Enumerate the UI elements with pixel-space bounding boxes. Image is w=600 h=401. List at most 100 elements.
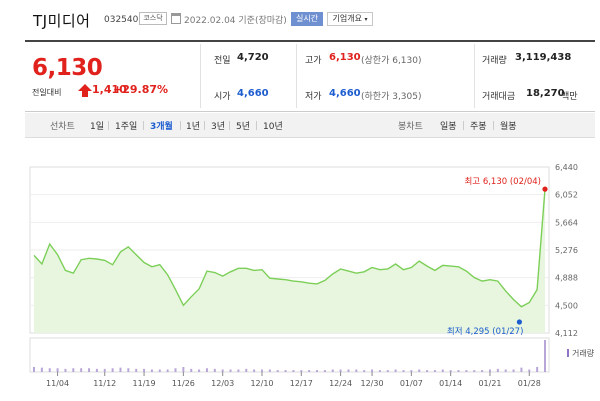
volume-bar xyxy=(426,370,429,372)
volume-bar xyxy=(88,368,91,372)
volume-bar xyxy=(355,369,358,372)
tab-1d[interactable]: 1일 xyxy=(90,119,104,132)
volume-bar xyxy=(237,369,240,372)
x-tick-label: 11/12 xyxy=(93,379,116,388)
trade-amount-value: 18,270 xyxy=(526,88,565,99)
volume-bar xyxy=(457,370,460,372)
base-date: 2022.02.04 기준(장마감) xyxy=(184,16,287,26)
x-tick-label: 11/19 xyxy=(133,379,156,388)
volume-legend-label: 거래량 xyxy=(572,348,595,358)
volume-bar xyxy=(394,369,397,372)
volume-bar xyxy=(347,369,350,372)
tab-separator xyxy=(229,121,230,130)
tab-separator xyxy=(256,121,257,130)
volume-bar xyxy=(166,369,169,372)
x-tick-label: 01/14 xyxy=(439,379,462,388)
volume-bar xyxy=(111,368,114,372)
max-point xyxy=(542,186,548,192)
x-tick-label: 01/21 xyxy=(478,379,501,388)
open-label: 시가 xyxy=(214,92,231,102)
tab-3y[interactable]: 3년 xyxy=(211,119,225,132)
open-value: 4,660 xyxy=(237,88,269,99)
volume-bar xyxy=(229,369,232,372)
calendar-icon xyxy=(171,13,181,24)
prev-close-value: 4,720 xyxy=(237,52,269,63)
price-chart: 6,440 6,052 5,664 5,276 4,888 4,500 4,112 최고 6,… xyxy=(29,163,595,388)
volume-bar xyxy=(135,368,138,372)
volume-bar xyxy=(213,368,216,372)
x-tick-label: 12/24 xyxy=(329,379,352,388)
tab-3m[interactable]: 3개월 xyxy=(150,119,173,132)
volume-legend-swatch xyxy=(567,349,569,357)
volume-bar xyxy=(103,368,106,372)
volume-bar xyxy=(371,369,374,372)
volume-bar xyxy=(520,367,523,372)
x-tick-label: 12/17 xyxy=(290,379,313,388)
volume-bar xyxy=(72,368,75,372)
x-tick-label: 12/03 xyxy=(211,379,234,388)
volume-bar xyxy=(316,370,319,372)
volume-bar xyxy=(386,370,389,372)
change-label: 전일대비 xyxy=(32,88,62,97)
tab-separator xyxy=(463,121,464,130)
divider xyxy=(200,44,201,108)
tab-10y[interactable]: 10년 xyxy=(263,119,283,132)
volume-bar xyxy=(433,370,436,372)
y-tick-label: 4,500 xyxy=(555,301,578,310)
volume-bar xyxy=(363,370,366,372)
price-area xyxy=(34,189,545,333)
volume-bar xyxy=(268,369,271,372)
volume-bar xyxy=(465,370,468,372)
volume-bar xyxy=(292,370,295,372)
tab-daily-candle[interactable]: 일봉 xyxy=(440,119,457,132)
volume-bar xyxy=(127,368,130,372)
stock-name: TJ미디어 xyxy=(33,12,91,30)
x-tick-label: 12/10 xyxy=(250,379,273,388)
upper-limit: (상한가 6,130) xyxy=(361,56,422,66)
volume-bar xyxy=(300,370,303,372)
tab-5y[interactable]: 5년 xyxy=(236,119,250,132)
volume-bar xyxy=(40,367,43,372)
volume-bar xyxy=(308,370,311,372)
x-tick-label: 11/04 xyxy=(46,379,69,388)
volume-bar xyxy=(64,368,67,372)
x-tick-label: 12/30 xyxy=(361,379,384,388)
low-value: 4,660 xyxy=(329,88,361,99)
realtime-button[interactable]: 실시간 xyxy=(291,12,323,26)
volume-bar xyxy=(95,368,98,372)
volume-bar xyxy=(496,368,499,372)
volume-bar xyxy=(441,369,444,372)
volume-bar xyxy=(80,368,83,372)
volume-bar xyxy=(528,369,531,372)
volume-bar xyxy=(150,369,153,372)
up-arrow-icon xyxy=(78,84,92,97)
volume-bar xyxy=(119,367,122,372)
x-tick-label: 01/28 xyxy=(518,379,541,388)
volume-bar xyxy=(260,369,263,372)
stock-code: 032540 xyxy=(104,15,139,25)
y-tick-label: 6,052 xyxy=(555,191,578,200)
chevron-down-icon: ▾ xyxy=(364,16,368,23)
volume-bar xyxy=(418,369,421,372)
volume-bar xyxy=(544,340,546,372)
y-tick-label: 6,440 xyxy=(555,163,578,172)
trade-amount-label: 거래대금 xyxy=(482,92,516,102)
y-tick-label: 4,888 xyxy=(555,274,578,283)
volume-bar xyxy=(512,369,515,372)
tab-weekly-candle[interactable]: 주봉 xyxy=(470,119,487,132)
tab-1w[interactable]: 1주일 xyxy=(115,119,137,132)
volume-bar xyxy=(48,368,51,372)
divider xyxy=(296,44,297,108)
tab-1y[interactable]: 1년 xyxy=(186,119,200,132)
volume-bar xyxy=(284,370,287,372)
tab-separator xyxy=(143,121,144,130)
header: TJ미디어 032540 코스닥 2022.02.04 기준(장마감) 실시간 … xyxy=(0,0,600,40)
volume-bar xyxy=(174,368,177,372)
lower-limit: (하한가 3,305) xyxy=(361,92,422,102)
company-info-button[interactable]: 기업개요 ▾ xyxy=(327,12,373,26)
tab-monthly-candle[interactable]: 월봉 xyxy=(500,119,517,132)
market-badge: 코스닥 xyxy=(139,12,167,25)
divider xyxy=(474,44,475,108)
volume-bar xyxy=(182,367,185,372)
volume-bar xyxy=(449,370,452,372)
